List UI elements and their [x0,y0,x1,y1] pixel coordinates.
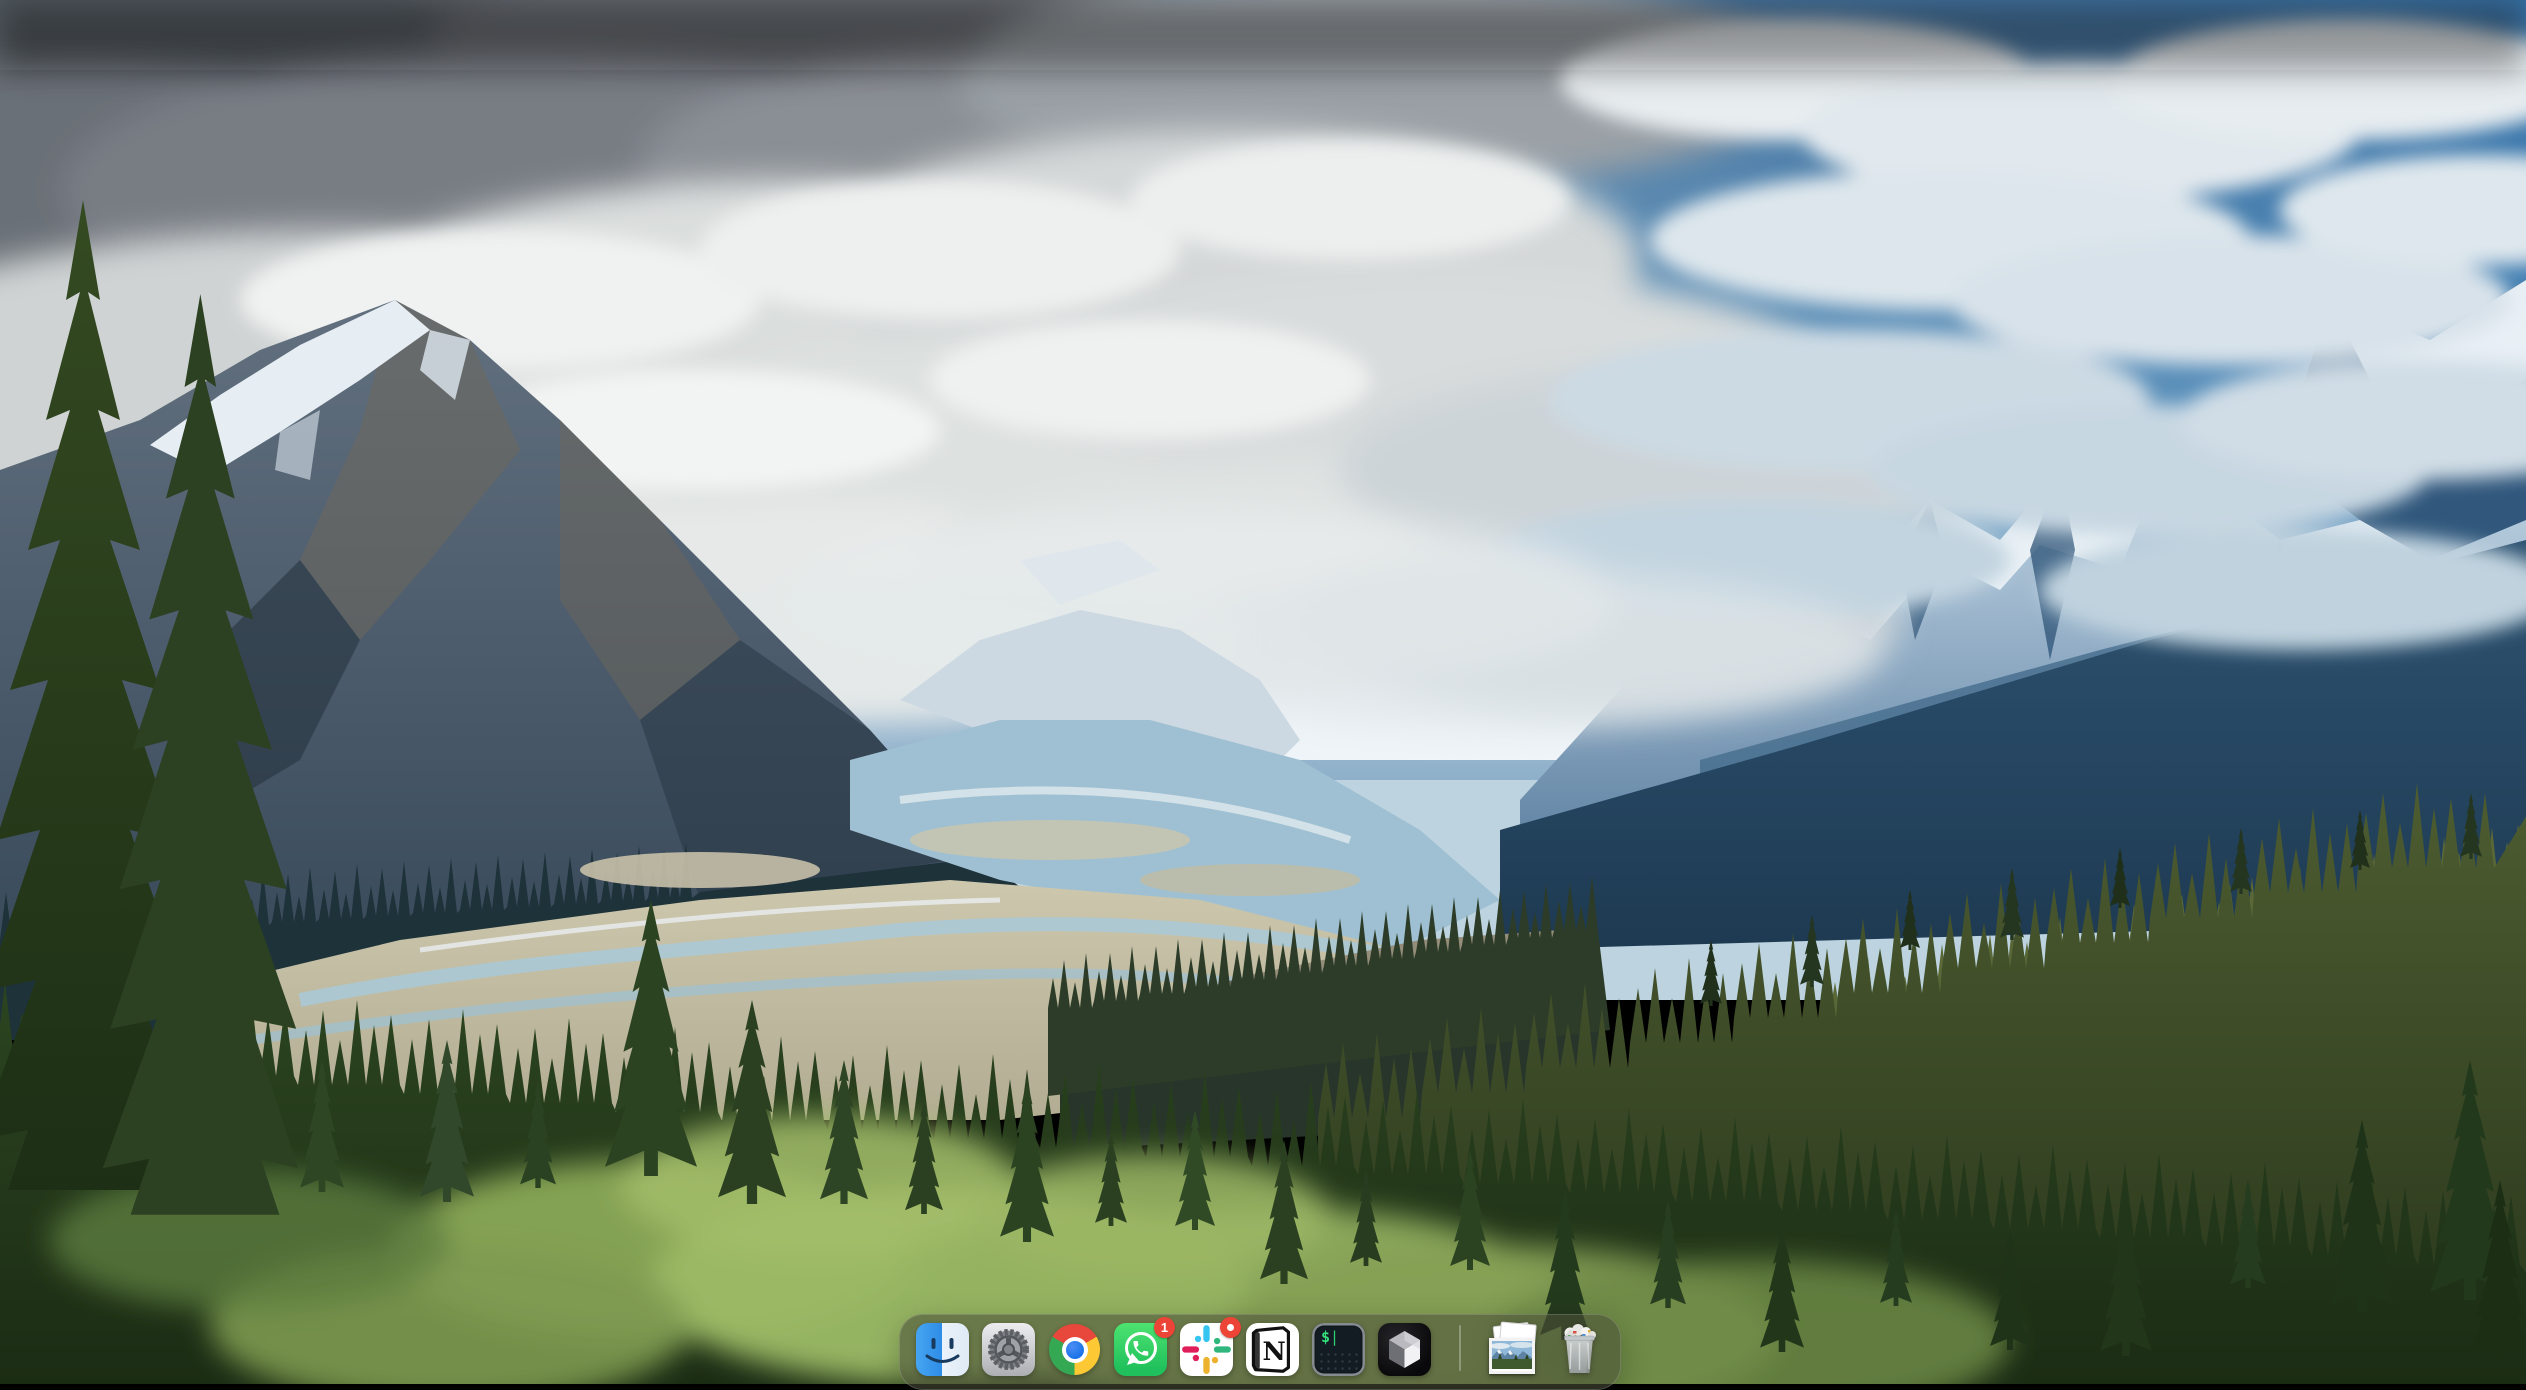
whatsapp-notification-badge: 1 [1154,1317,1175,1338]
slack-notification-badge [1220,1317,1241,1338]
dock-item-iterm[interactable]: $| [1312,1323,1365,1376]
gear-icon [982,1323,1035,1376]
dock-item-whatsapp[interactable]: 1 [1114,1323,1167,1376]
finder-icon [916,1323,969,1376]
top-vignette [0,0,2526,70]
photo-thumbnail [1489,1338,1535,1374]
documents-stack-icon [1487,1323,1540,1376]
notion-icon: N [1246,1323,1299,1376]
dock-item-trash[interactable] [1553,1323,1606,1376]
terminal-dot-grid [1318,1351,1359,1371]
cursor-app-icon [1378,1323,1431,1376]
dock: 1 N $| [899,1314,1621,1390]
wallpaper-mountain-landscape [0,0,2526,1384]
dock-item-downloads-stack[interactable] [1487,1323,1540,1376]
dock-item-notion[interactable]: N [1246,1323,1299,1376]
trash-full-icon [1553,1323,1606,1376]
chrome-icon [1048,1323,1101,1376]
dock-separator [1459,1325,1461,1371]
finder-right-eye [950,1338,954,1349]
notion-n-glyph: N [1262,1336,1285,1366]
dock-item-cursor-editor[interactable] [1378,1323,1431,1376]
terminal-icon: $| [1312,1323,1365,1376]
dock-item-finder[interactable] [916,1323,969,1376]
finder-smile [927,1356,958,1362]
dock-item-slack[interactable] [1180,1323,1233,1376]
dock-item-system-settings[interactable] [982,1323,1035,1376]
finder-left-eye [932,1338,936,1349]
dock-item-chrome[interactable] [1048,1323,1101,1376]
terminal-prompt: $ [1321,1328,1330,1346]
terminal-cursor: | [1330,1328,1339,1346]
